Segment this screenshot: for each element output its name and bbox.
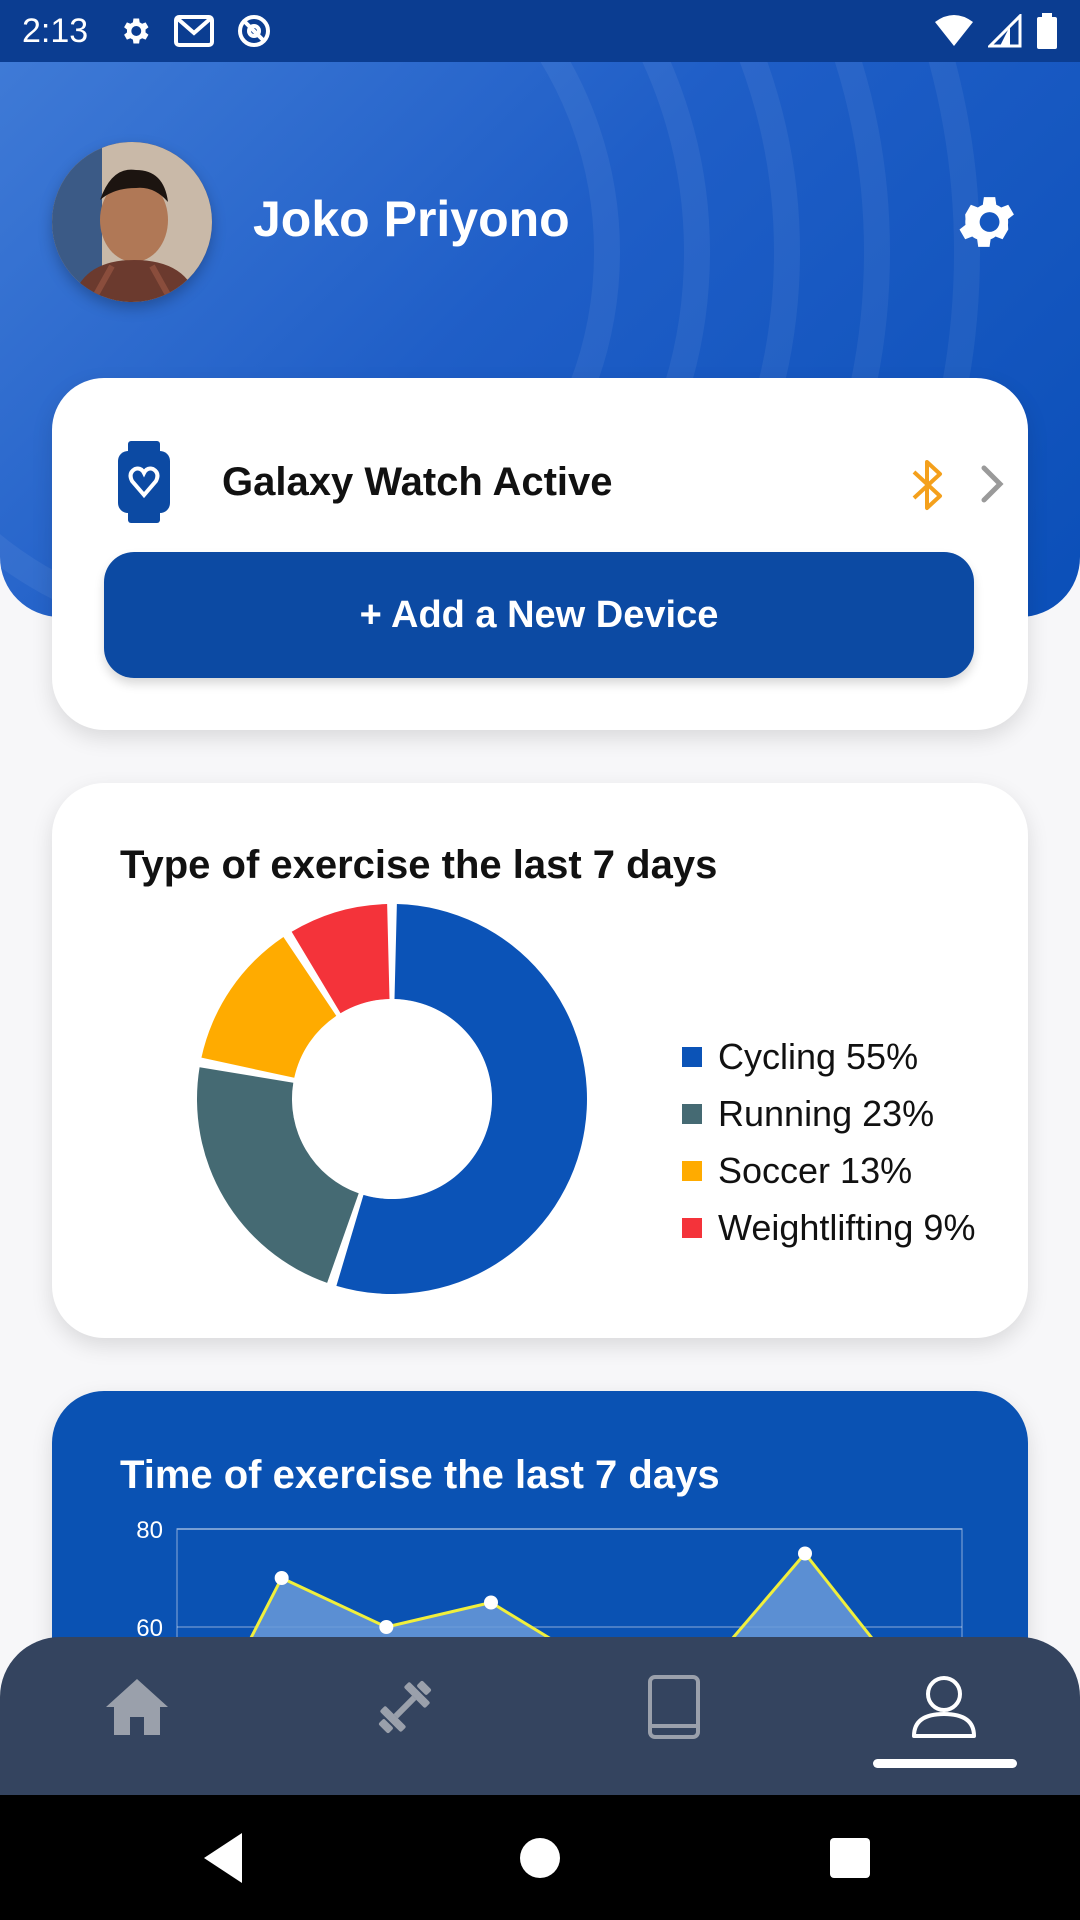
active-tab-indicator xyxy=(873,1759,1017,1768)
legend-swatch xyxy=(682,1160,702,1181)
wifi-icon xyxy=(935,15,973,46)
nav-workout[interactable] xyxy=(365,1667,445,1747)
system-navigation-bar xyxy=(0,1795,1080,1920)
profile-photo-icon xyxy=(52,142,212,302)
status-bar: 2:13 xyxy=(0,0,1080,62)
chevron-right-icon[interactable] xyxy=(978,464,1008,504)
data-point xyxy=(379,1620,394,1634)
data-point xyxy=(798,1546,812,1561)
bottom-navigation xyxy=(0,1637,1080,1795)
exercise-type-card: Type of exercise the last 7 days Cycling… xyxy=(52,783,1028,1338)
book-icon xyxy=(648,1675,700,1739)
settings-gear-icon[interactable] xyxy=(953,188,1021,256)
data-point xyxy=(274,1571,289,1585)
exercise-time-title: Time of exercise the last 7 days xyxy=(120,1453,720,1497)
user-icon xyxy=(912,1676,976,1738)
home-button[interactable] xyxy=(505,1823,575,1893)
data-point xyxy=(484,1595,498,1610)
legend-swatch xyxy=(682,1103,702,1124)
legend-swatch xyxy=(682,1217,702,1238)
device-card: Galaxy Watch Active + Add a New Device xyxy=(52,378,1028,730)
avatar[interactable] xyxy=(52,142,212,302)
battery-icon xyxy=(1037,13,1057,49)
signal-icon xyxy=(988,14,1022,48)
add-device-button[interactable]: + Add a New Device xyxy=(104,552,974,678)
device-row[interactable]: Galaxy Watch Active xyxy=(116,430,1004,534)
back-button[interactable] xyxy=(190,1823,260,1893)
legend-label: Cycling 55% xyxy=(718,1035,919,1077)
device-name: Galaxy Watch Active xyxy=(222,459,613,504)
recents-button[interactable] xyxy=(815,1823,885,1893)
legend-item-running: Running 23% xyxy=(682,1085,975,1142)
user-name: Joko Priyono xyxy=(253,191,570,247)
at-sign-icon xyxy=(238,15,271,47)
exercise-legend: Cycling 55% Running 23% Soccer 13% Weigh… xyxy=(682,1028,975,1256)
exercise-donut-chart xyxy=(197,904,587,1294)
bluetooth-icon xyxy=(912,460,942,510)
legend-label: Running 23% xyxy=(718,1092,935,1134)
legend-label: Soccer 13% xyxy=(718,1149,913,1191)
dumbbell-icon xyxy=(378,1680,432,1734)
nav-journal[interactable] xyxy=(634,1667,714,1747)
nav-home[interactable] xyxy=(97,1667,177,1747)
nav-profile[interactable] xyxy=(904,1667,984,1747)
settings-icon xyxy=(124,18,149,44)
legend-item-weightlifting: Weightlifting 9% xyxy=(682,1199,975,1256)
legend-label: Weightlifting 9% xyxy=(718,1206,976,1248)
gmail-icon xyxy=(174,15,215,47)
y-tick-label: 80 xyxy=(136,1521,163,1544)
legend-item-soccer: Soccer 13% xyxy=(682,1142,975,1199)
home-icon xyxy=(106,1679,168,1735)
status-time: 2:13 xyxy=(22,11,89,50)
smartwatch-icon xyxy=(118,441,170,523)
legend-swatch xyxy=(682,1046,702,1067)
donut-inner-ring xyxy=(292,999,492,1199)
legend-item-cycling: Cycling 55% xyxy=(682,1028,975,1085)
exercise-type-title: Type of exercise the last 7 days xyxy=(120,843,718,887)
